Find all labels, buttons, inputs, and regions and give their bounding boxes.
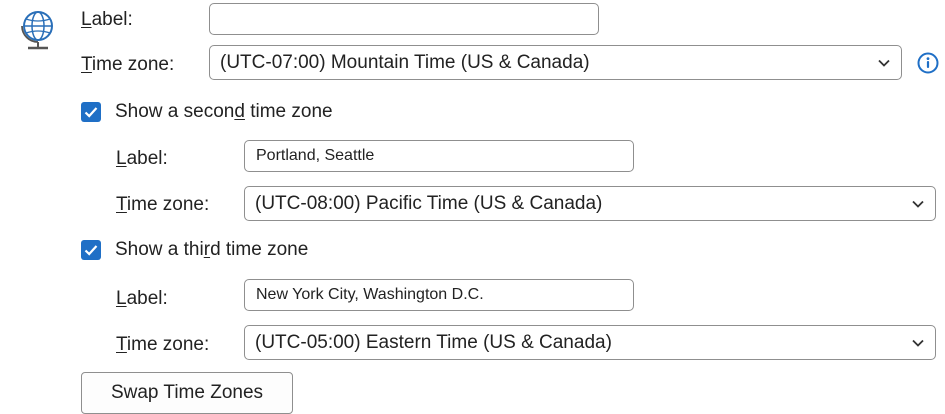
third-timezone-value: (UTC-05:00) Eastern Time (US & Canada) (255, 331, 612, 353)
checkmark-icon (84, 245, 98, 256)
second-timezone-select[interactable]: (UTC-08:00) Pacific Time (US & Canada) (244, 186, 936, 221)
third-label-input[interactable]: New York City, Washington D.C. (244, 279, 634, 311)
swap-time-zones-button[interactable]: Swap Time Zones (81, 372, 293, 414)
primary-label-input[interactable] (209, 3, 599, 35)
checkmark-icon (84, 107, 98, 118)
primary-label-caption: Label: (81, 9, 133, 30)
second-timezone-value: (UTC-08:00) Pacific Time (US & Canada) (255, 192, 603, 214)
chevron-down-icon (911, 197, 925, 211)
second-label-input[interactable]: Portland, Seattle (244, 140, 634, 172)
primary-timezone-select[interactable]: (UTC-07:00) Mountain Time (US & Canada) (209, 45, 902, 80)
third-timezone-caption: Time zone: (116, 334, 210, 355)
second-timezone-checkbox-label[interactable]: Show a second time zone (115, 100, 333, 124)
second-timezone-caption: Time zone: (116, 194, 210, 215)
second-label-caption: Label: (116, 148, 168, 169)
third-timezone-checkbox-label[interactable]: Show a third time zone (115, 238, 308, 262)
chevron-down-icon (911, 336, 925, 350)
third-timezone-checkbox[interactable] (81, 240, 101, 260)
globe-icon (18, 6, 58, 56)
second-timezone-checkbox[interactable] (81, 102, 101, 122)
third-label-caption: Label: (116, 288, 168, 309)
time-zones-panel: Label: Time zone: (UTC-07:00) Mountain T… (0, 0, 945, 414)
third-timezone-select[interactable]: (UTC-05:00) Eastern Time (US & Canada) (244, 325, 936, 360)
primary-timezone-caption: Time zone: (81, 54, 175, 75)
primary-timezone-value: (UTC-07:00) Mountain Time (US & Canada) (220, 51, 590, 73)
chevron-down-icon (877, 56, 891, 70)
info-icon[interactable] (917, 52, 939, 74)
